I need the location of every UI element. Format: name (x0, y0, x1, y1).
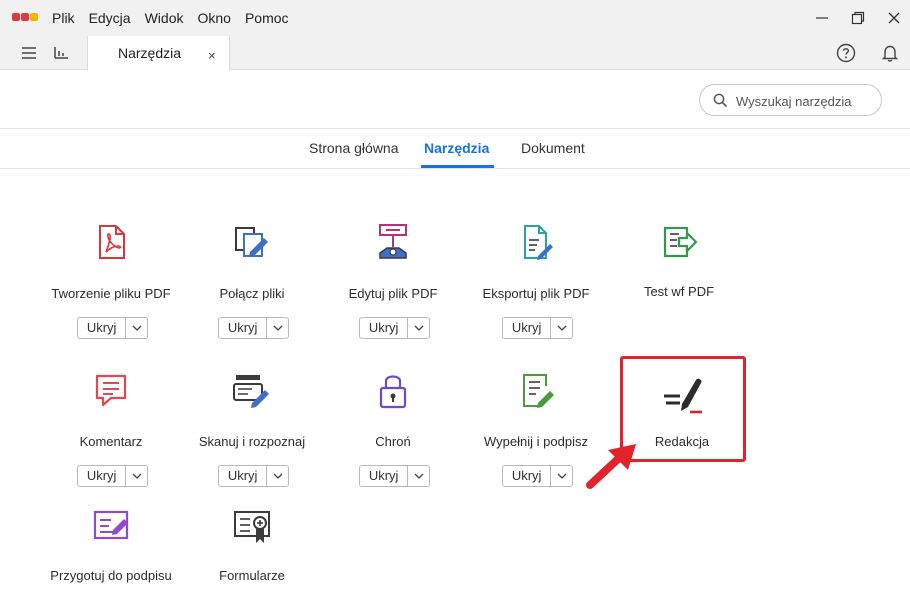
export-pdf-icon (524, 225, 553, 260)
chevron-down-icon[interactable] (550, 466, 572, 486)
tool-label: Test wf PDF (643, 284, 715, 299)
select-value: Ukryj (227, 468, 258, 483)
menu-help[interactable]: Pomoc (245, 10, 289, 26)
title-bar: Plik Edycja Widok Okno Pomoc (0, 0, 910, 36)
tab-label: Narzędzia (118, 45, 182, 61)
tool-visibility-select[interactable]: Ukryj (359, 465, 430, 487)
restore-icon[interactable] (845, 6, 871, 30)
protect-lock-icon (379, 375, 407, 409)
tool-visibility-select[interactable]: Ukryj (502, 317, 573, 339)
nav-tools[interactable]: Narzędzia (424, 140, 489, 156)
chevron-down-icon[interactable] (125, 466, 147, 486)
menu-window[interactable]: Okno (198, 10, 231, 26)
select-value: Ukryj (227, 320, 258, 335)
tool-visibility-select[interactable]: Ukryj (218, 465, 289, 487)
hamburger-menu-icon[interactable] (14, 36, 44, 70)
select-value: Ukryj (368, 320, 399, 335)
minimize-icon[interactable] (809, 6, 835, 30)
test-pdf-icon (663, 226, 698, 258)
select-value: Ukryj (511, 468, 542, 483)
close-icon[interactable] (881, 6, 907, 30)
help-icon[interactable] (831, 36, 861, 70)
tool-visibility-select[interactable]: Ukryj (502, 465, 573, 487)
select-value: Ukryj (511, 320, 542, 335)
nav-home[interactable]: Strona główna (309, 140, 399, 156)
app-logo-icon (12, 13, 38, 23)
menu-file[interactable]: Plik (52, 10, 75, 26)
edit-pdf-icon (379, 224, 407, 259)
nav-divider-bottom (0, 168, 910, 169)
chevron-down-icon[interactable] (407, 318, 429, 338)
chevron-down-icon[interactable] (125, 318, 147, 338)
tool-visibility-select[interactable]: Ukryj (218, 317, 289, 339)
prepare-signature-icon (93, 510, 129, 540)
menu-edit[interactable]: Edycja (89, 10, 131, 26)
tab-bar: Narzędzia × (0, 36, 910, 71)
create-pdf-icon (99, 225, 125, 259)
fill-sign-icon (523, 374, 554, 408)
tool-visibility-select[interactable]: Ukryj (77, 317, 148, 339)
select-value: Ukryj (86, 320, 117, 335)
search-input[interactable] (736, 92, 876, 110)
chevron-down-icon[interactable] (266, 318, 288, 338)
combine-files-icon (235, 227, 268, 257)
tool-visibility-select[interactable]: Ukryj (77, 465, 148, 487)
chevron-down-icon[interactable] (266, 466, 288, 486)
nav-divider-top (0, 128, 910, 129)
tool-label: Formularze (219, 568, 285, 583)
nav-document[interactable]: Dokument (521, 140, 585, 156)
tool-visibility-select[interactable]: Ukryj (359, 317, 430, 339)
tab-close-icon[interactable]: × (208, 48, 216, 63)
menu-bar: Plik Edycja Widok Okno Pomoc (52, 0, 303, 36)
chevron-down-icon[interactable] (407, 466, 429, 486)
scan-ocr-icon (233, 375, 269, 408)
select-value: Ukryj (86, 468, 117, 483)
notification-bell-icon[interactable] (875, 36, 905, 70)
chevron-down-icon[interactable] (550, 318, 572, 338)
menu-view[interactable]: Widok (145, 10, 184, 26)
chart-icon[interactable] (46, 36, 76, 70)
tab-tools[interactable]: Narzędzia × (87, 36, 230, 71)
search-icon (713, 93, 728, 108)
forms-icon (234, 511, 270, 543)
search-box[interactable] (699, 84, 882, 116)
select-value: Ukryj (368, 468, 399, 483)
comment-icon (95, 374, 127, 407)
pointer-arrow-icon (586, 444, 636, 489)
